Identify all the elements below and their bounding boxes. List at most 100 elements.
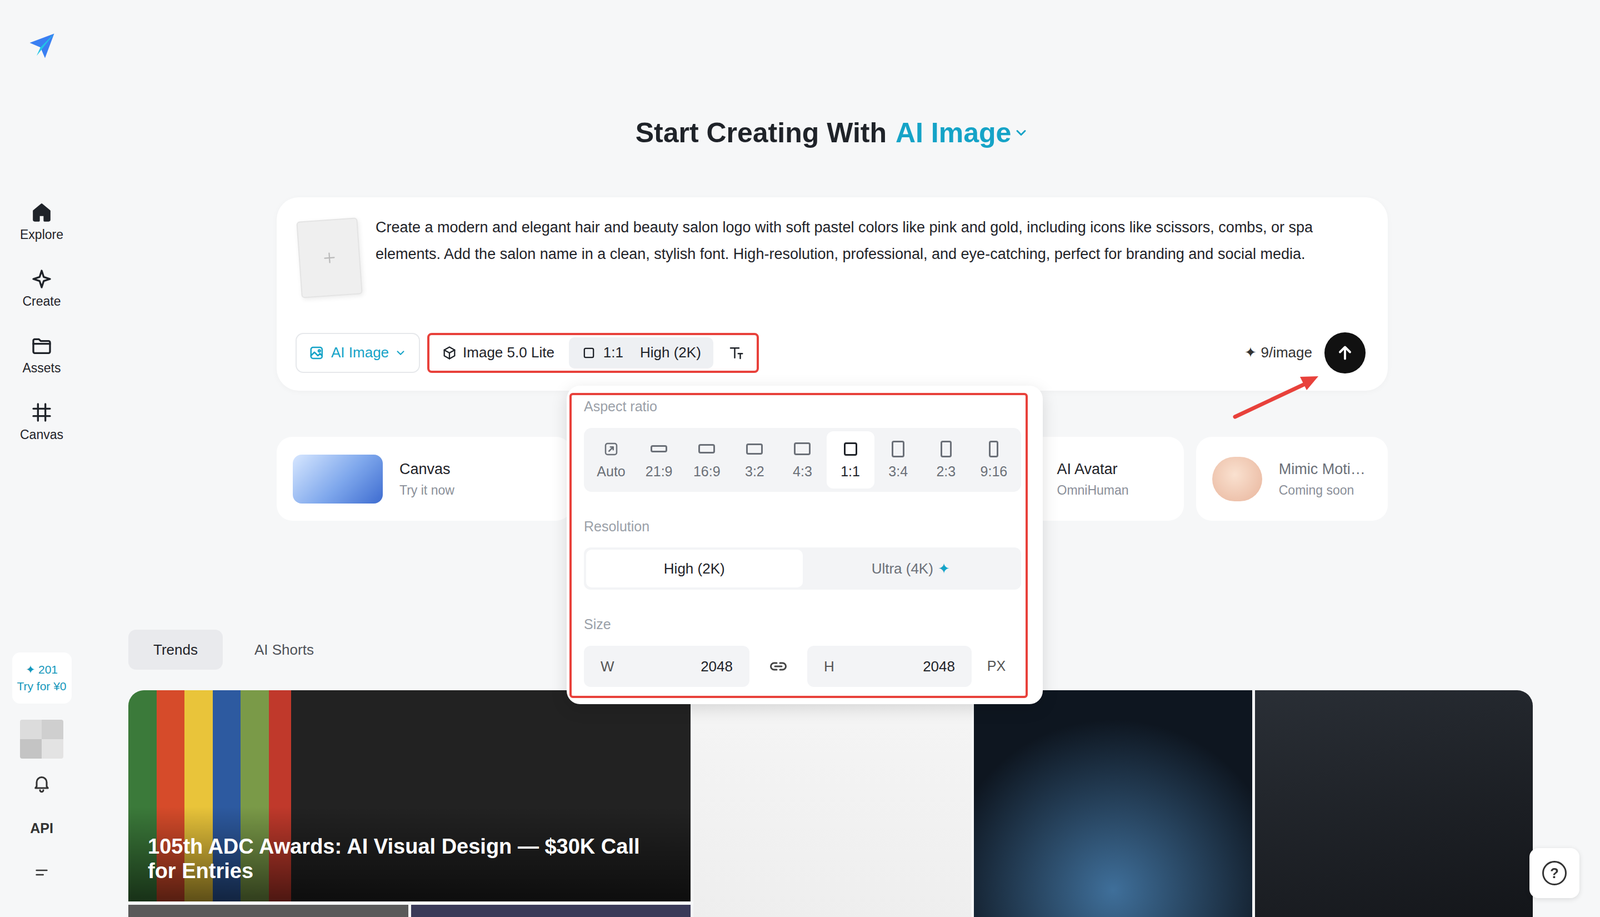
- resolution-section: Resolution High (2K) Ultra (4K)✦: [583, 517, 1022, 590]
- aspect-ratio-options: Auto21:9 16:9 3:2 4:3 1:1 3:4 2:3 9:16: [583, 427, 1022, 492]
- size-section: SizeW2048H2048PX: [583, 615, 1022, 687]
- ratio-value: 1:1: [603, 341, 624, 364]
- square-icon: [581, 345, 597, 361]
- model-select[interactable]: Image 5.0 Lite: [433, 337, 563, 369]
- ratio-shape-icon: [891, 440, 905, 458]
- mode-switch[interactable]: AI Image: [895, 116, 1029, 150]
- tab[interactable]: Trends: [128, 629, 223, 670]
- featured-tile[interactable]: 105th ADC Awards: AI Visual Design — $30…: [128, 690, 691, 902]
- feature-text: CanvasTry it now: [399, 459, 455, 499]
- mode-dropdown-label: AI Image: [331, 341, 389, 364]
- prompt-card: Create a modern and elegant hair and bea…: [276, 197, 1388, 391]
- ratio-icon-box: [697, 440, 716, 458]
- resolution-content: High (2K): [663, 557, 725, 580]
- prompt-input[interactable]: Create a modern and elegant hair and bea…: [375, 213, 1366, 332]
- ratio-icon-box: [889, 440, 908, 458]
- gallery-tile[interactable]: [693, 690, 972, 917]
- credits-value: 201: [38, 662, 58, 677]
- size-inputs: W2048H2048PX: [583, 645, 1022, 687]
- red-arrow-icon: [1229, 369, 1324, 425]
- sidebar: ExploreCreateAssetsCanvas✦201Try for ¥0A…: [0, 0, 84, 917]
- ratio-option[interactable]: Auto: [587, 431, 635, 489]
- ratio-option[interactable]: 21:9: [635, 431, 683, 489]
- height-label: H: [823, 655, 835, 678]
- sidebar-item[interactable]: Explore: [8, 195, 75, 263]
- ratio-shape-icon: [793, 442, 811, 455]
- sidebar-item-label: Canvas: [20, 426, 64, 443]
- title-text: Start Creating With: [635, 117, 887, 149]
- frame-icon: [30, 401, 53, 424]
- resolution-option[interactable]: Ultra (4K)✦: [802, 549, 1020, 588]
- ratio-option[interactable]: 1:1: [826, 431, 875, 489]
- cost-value: 9/image: [1261, 341, 1313, 364]
- prompt-row: Create a modern and elegant hair and bea…: [295, 213, 1366, 332]
- ratio-option[interactable]: 9:16: [970, 431, 1018, 489]
- sidebar-item[interactable]: Canvas: [8, 395, 75, 463]
- section-label: Aspect ratio: [583, 397, 1022, 415]
- send-button[interactable]: [1324, 332, 1366, 374]
- resolution-label: High (2K): [663, 557, 725, 580]
- settings-highlight: Aspect ratio Auto21:9 16:9 3:2 4:3 1:1 3:4 2:3 9…: [569, 392, 1028, 698]
- height-input[interactable]: H2048: [807, 645, 972, 687]
- feature-card[interactable]: CanvasTry it now: [276, 436, 572, 521]
- ratio-option[interactable]: 3:4: [874, 431, 923, 489]
- sparkle-icon: [30, 267, 53, 290]
- ratio-option[interactable]: 4:3: [778, 431, 827, 489]
- chevron-down-icon: [394, 346, 407, 359]
- creation-area: Start Creating WithAI ImageCreate a mode…: [276, 116, 1388, 521]
- mode-label: AI Image: [895, 116, 1012, 150]
- credits-offer: Try for ¥0: [16, 679, 67, 693]
- mode-dropdown[interactable]: AI Image: [295, 332, 420, 373]
- help-button[interactable]: ?: [1529, 847, 1580, 898]
- ratio-label: 3:4: [888, 462, 908, 480]
- link-dimensions-button[interactable]: [749, 656, 808, 677]
- feature-card: Mimic Moti…Coming soon: [1196, 436, 1388, 521]
- ratio-shape-icon: [988, 440, 999, 458]
- api-link[interactable]: API: [30, 819, 54, 837]
- sidebar-bottom: ✦201Try for ¥0API: [12, 652, 72, 882]
- menu-button[interactable]: [32, 863, 51, 882]
- folder-icon: [30, 334, 53, 357]
- user-avatar[interactable]: [20, 719, 64, 759]
- feature-text: Mimic Moti…Coming soon: [1278, 459, 1366, 499]
- ratio-shape-icon: [940, 440, 952, 458]
- ratio-label: 4:3: [792, 462, 813, 480]
- width-value: 2048: [700, 655, 733, 678]
- ratio-option[interactable]: 2:3: [922, 431, 970, 489]
- feature-text: AI AvatarOmniHuman: [1057, 459, 1129, 499]
- resolution-value: High (2K): [640, 341, 702, 364]
- ratio-label: 16:9: [693, 462, 721, 480]
- notifications-button[interactable]: [31, 772, 52, 793]
- section-label: Resolution: [583, 517, 1022, 535]
- sidebar-item[interactable]: Create: [8, 262, 75, 329]
- ratio-option[interactable]: 3:2: [730, 431, 779, 489]
- bell-icon: [31, 772, 52, 793]
- sidebar-item-label: Create: [22, 293, 61, 309]
- gallery: 105th ADC Awards: AI Visual Design — $30…: [128, 690, 1533, 917]
- help-icon: ?: [1542, 860, 1567, 885]
- logo-icon: [26, 30, 58, 62]
- prompt-toolbar: AI ImageImage 5.0 Lite1:1High (2K)✦9/ima…: [295, 331, 1366, 374]
- featured-caption: 105th ADC Awards: AI Visual Design — $30…: [147, 833, 670, 883]
- plus-icon: [319, 247, 340, 268]
- ratio-icon-box: [841, 440, 860, 458]
- ratio-option[interactable]: 16:9: [682, 431, 731, 489]
- tab[interactable]: AI Shorts: [229, 629, 339, 670]
- text-style-button[interactable]: [720, 337, 753, 369]
- credits-button[interactable]: ✦201Try for ¥0: [12, 652, 72, 704]
- aspect-ratio-section: Aspect ratio Auto21:9 16:9 3:2 4:3 1:1 3:4 2:3 9…: [583, 397, 1022, 492]
- resolution-option[interactable]: High (2K): [586, 549, 803, 588]
- ratio-label: 2:3: [936, 462, 956, 480]
- sidebar-nav: Explore Create Assets Canvas: [8, 195, 75, 463]
- gallery-tile[interactable]: [1255, 690, 1533, 917]
- ratio-label: 9:16: [980, 462, 1008, 480]
- gallery-tile[interactable]: [128, 904, 409, 917]
- sidebar-item[interactable]: Assets: [8, 328, 75, 396]
- resolution-label: Ultra (4K): [871, 557, 934, 580]
- gallery-tile[interactable]: [411, 904, 692, 917]
- size-settings-button[interactable]: 1:1 High (2K): [568, 337, 714, 369]
- width-input[interactable]: W2048: [583, 645, 750, 687]
- ratio-label: 1:1: [840, 462, 860, 480]
- upload-reference[interactable]: [296, 217, 363, 298]
- gallery-tile[interactable]: [973, 690, 1252, 917]
